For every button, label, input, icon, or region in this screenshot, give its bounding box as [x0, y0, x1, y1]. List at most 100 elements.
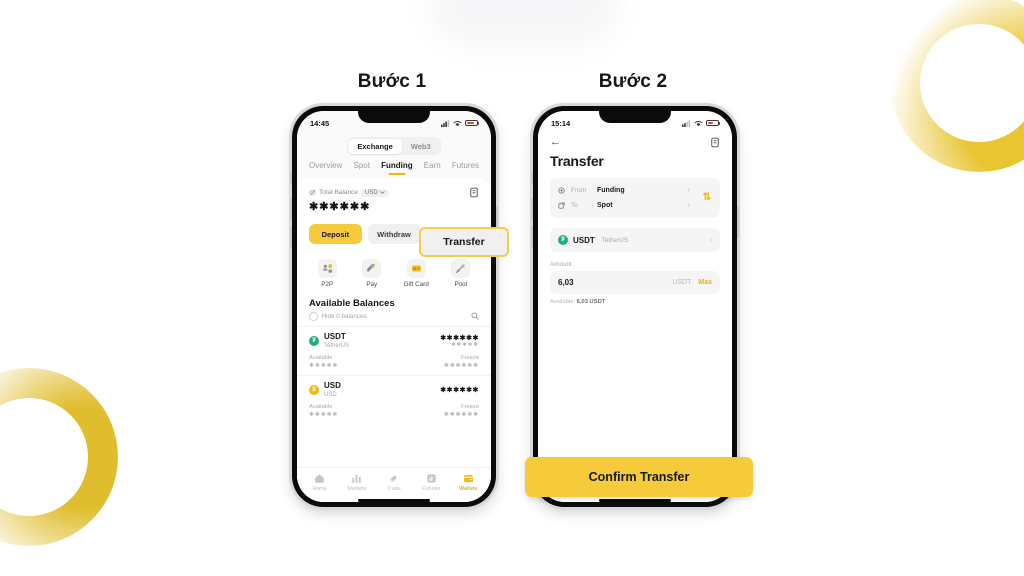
background-haze	[430, 0, 620, 46]
asset-row-usd[interactable]: $ USD USD ✱✱✱✱✱✱ Available ✱✱✱✱✱ Freeze …	[297, 374, 491, 424]
cellular-signal-icon	[682, 119, 691, 127]
subtab-overview[interactable]: Overview	[309, 161, 342, 175]
wifi-icon	[694, 120, 703, 126]
asset-total-masked: ✱✱✱✱✱✱	[440, 334, 479, 342]
tab-futures[interactable]: Futures	[415, 473, 447, 492]
transfer-button-callout[interactable]: Transfer	[419, 227, 509, 257]
withdraw-button[interactable]: Withdraw	[367, 224, 421, 244]
total-balance-label: Total Balance	[319, 189, 359, 196]
tab-exchange[interactable]: Exchange	[348, 138, 402, 154]
pay-icon	[362, 259, 382, 278]
phone2-home-indicator	[599, 499, 671, 502]
subtab-earn[interactable]: Earn	[424, 161, 441, 175]
total-balance-value: ✱✱✱✱✱✱	[309, 201, 371, 213]
amount-input[interactable]: 6,03	[558, 278, 574, 287]
pool-icon	[451, 259, 471, 278]
wallets-icon	[463, 473, 474, 484]
subtab-spot[interactable]: Spot	[353, 161, 369, 175]
currency-selector[interactable]: USD	[361, 188, 389, 197]
hide-balances-row: Hide 0 balances	[297, 312, 491, 326]
asset-available-label: Available	[309, 354, 333, 361]
phone1-volume-up-button	[290, 198, 292, 220]
tab-markets[interactable]: Markets	[341, 473, 373, 492]
funding-wallet-icon	[558, 187, 565, 194]
phone2-content: ← Transfer From Funding › ⋮ To Spot › ⇅ …	[538, 133, 732, 502]
asset-name: USD	[324, 391, 337, 398]
total-balance-label-group: Total Balance USD	[309, 188, 389, 197]
transfer-to-row[interactable]: To Spot ›	[558, 199, 712, 212]
decorative-ring-top-right	[890, 0, 1024, 172]
tab-wallets[interactable]: Wallets	[452, 473, 484, 492]
asset-available-masked: ✱✱✱✱✱	[309, 411, 339, 418]
asset-freeze-masked: ✱✱✱✱✱✱	[443, 411, 479, 418]
hide-balances-label: Hide 0 balances	[321, 312, 367, 320]
eye-off-icon[interactable]	[309, 189, 316, 196]
step-2-title: Bước 2	[598, 71, 668, 92]
chevron-right-icon: ›	[709, 236, 712, 244]
usd-coin-icon: $	[309, 384, 319, 395]
back-arrow-icon[interactable]: ←	[550, 137, 561, 148]
wallet-subtabs: Overview Spot Funding Earn Futures	[297, 160, 491, 175]
decorative-ring-bottom-left	[0, 368, 118, 546]
tab-home-label: Home	[312, 486, 327, 492]
phone1-volume-down-button	[290, 226, 292, 248]
transaction-history-icon[interactable]	[710, 137, 720, 148]
tab-futures-label: Futures	[422, 486, 441, 492]
tab-trade[interactable]: Trade	[378, 473, 410, 492]
transfer-route-box: From Funding › ⋮ To Spot › ⇅	[550, 178, 720, 218]
transfer-nav-row: ←	[538, 133, 732, 148]
quick-link-pay[interactable]: Pay	[354, 259, 390, 288]
asset-available-label: Available	[309, 403, 333, 410]
deposit-button[interactable]: Deposit	[309, 224, 362, 244]
max-button[interactable]: Max	[698, 279, 712, 286]
account-type-segmented-control: Exchange Web3	[297, 133, 491, 160]
transfer-from-row[interactable]: From Funding ›	[558, 184, 712, 197]
subtab-funding[interactable]: Funding	[381, 161, 413, 175]
transaction-history-icon[interactable]	[469, 187, 479, 198]
markets-icon	[351, 473, 362, 484]
asset-row-usdt[interactable]: ₮ USDT TetherUS ✱✱✱✱✱✱ ✱✱✱✱✱ Available ✱…	[297, 325, 491, 375]
quick-link-gift-card[interactable]: Gift Card	[398, 259, 434, 288]
tab-trade-label: Trade	[387, 486, 401, 492]
quick-links-row: P2P Pay Gift Card Pool	[297, 256, 491, 294]
swap-vertical-icon[interactable]: ⇅	[703, 193, 711, 203]
transfer-to-value: Spot	[597, 202, 613, 209]
quick-link-pool[interactable]: Pool	[443, 259, 479, 288]
step-1-title: Bước 1	[357, 71, 427, 92]
currency-value: USD	[365, 189, 378, 196]
futures-icon	[426, 473, 437, 484]
amount-input-row[interactable]: 6,03 USDT Max	[550, 271, 720, 294]
quick-link-p2p[interactable]: P2P	[309, 259, 345, 288]
coin-name: TetherUS	[601, 236, 629, 244]
asset-name: TetherUS	[324, 342, 350, 349]
search-icon[interactable]	[471, 312, 479, 320]
phone1-status-icons	[441, 119, 480, 127]
asset-freeze-label: Freeze	[460, 403, 479, 410]
coin-selector-row[interactable]: ₮ USDT TetherUS ›	[550, 228, 720, 252]
amount-unit: USDT	[672, 279, 692, 286]
tab-home[interactable]: Home	[304, 473, 336, 492]
available-prefix: Available:	[550, 299, 576, 305]
hide-balances-toggle[interactable]: Hide 0 balances	[309, 312, 367, 321]
cellular-signal-icon	[441, 119, 450, 127]
bottom-tab-bar: Home Markets Trade Futures Wallets	[297, 467, 491, 502]
asset-symbol: USD	[324, 380, 341, 390]
phone2-volume-down-button	[531, 226, 533, 248]
gift-card-icon	[406, 259, 426, 278]
available-amount-line: Available: 6,03 USDT	[538, 294, 732, 305]
transfer-to-label: To	[571, 202, 578, 209]
quick-link-gift-card-label: Gift Card	[403, 281, 429, 288]
battery-icon	[706, 119, 721, 127]
amount-label: Amount	[550, 261, 572, 268]
available-balances-heading: Available Balances	[309, 298, 395, 309]
phone2-screen: 15:14 ← Transfer From Funding › ⋮ To Spo…	[538, 111, 732, 502]
tab-web3[interactable]: Web3	[402, 139, 440, 154]
asset-total-masked: ✱✱✱✱✱✱	[440, 386, 479, 394]
asset-subvalue-masked: ✱✱✱✱✱	[450, 341, 479, 348]
subtab-futures[interactable]: Futures	[452, 161, 479, 175]
transfer-from-label: From	[571, 187, 587, 194]
confirm-transfer-button[interactable]: Confirm Transfer	[525, 457, 753, 497]
asset-freeze-label: Freeze	[460, 354, 479, 361]
asset-freeze-masked: ✱✱✱✱✱✱	[443, 362, 479, 369]
phone1-screen: 14:45 Exchange Web3 Overview Spot Fundin…	[297, 111, 491, 502]
